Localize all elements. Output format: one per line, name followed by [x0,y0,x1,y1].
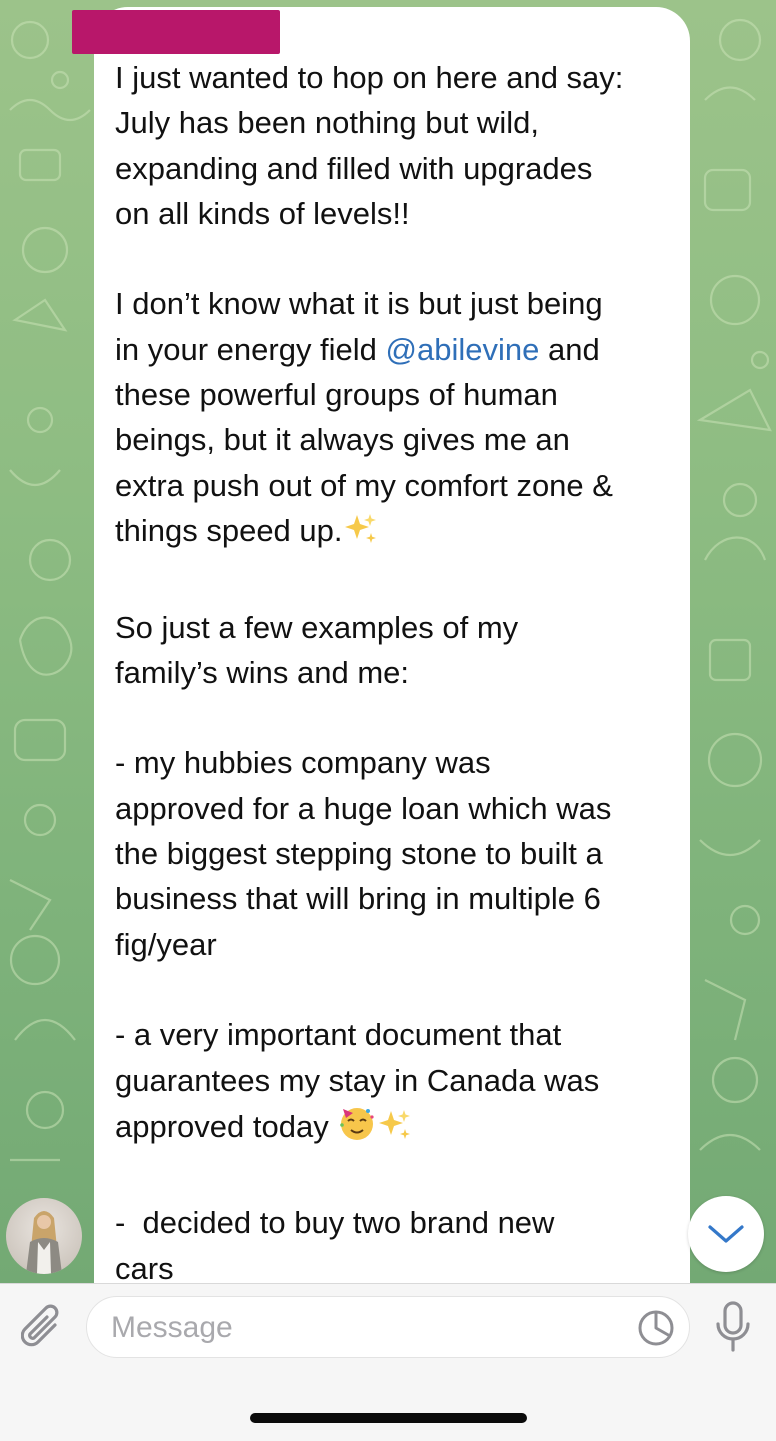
chevron-down-icon [708,1225,744,1243]
voice-message-button[interactable] [708,1298,758,1358]
message-paragraph-intro: I just wanted to hop on here and say: Ju… [115,60,624,231]
sparkles-emoji [377,1107,413,1155]
mention-link[interactable]: @abilevine [386,332,540,367]
message-input-container [86,1296,690,1359]
sparkles-emoji [343,511,379,559]
paperclip-icon [21,1304,59,1347]
message-paragraph-examples: So just a few examples of my family’s wi… [115,609,519,690]
message-text: I just wanted to hop on here and say: Ju… [115,55,675,1291]
sticker-icon [638,1310,674,1346]
sticker-button[interactable] [636,1308,676,1348]
message-paragraph-loan: - my hubbies company was approved for a … [115,745,612,962]
sender-avatar[interactable] [6,1198,82,1274]
scroll-down-button[interactable] [688,1196,764,1272]
home-indicator[interactable] [250,1413,527,1423]
message-paragraph-cars: - decided to buy two brand new cars [115,1205,555,1286]
avatar-photo [26,1211,62,1274]
message-input[interactable] [109,1297,633,1359]
partying-face-emoji [337,1103,377,1155]
attach-button[interactable] [18,1300,68,1356]
microphone-icon [716,1301,750,1352]
sender-name-redacted [72,10,280,54]
